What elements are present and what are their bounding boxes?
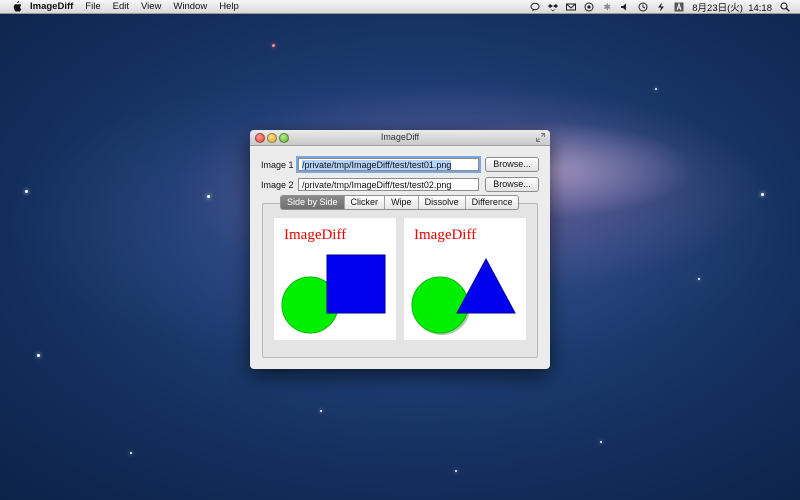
- star: [761, 193, 764, 196]
- image1-browse-button[interactable]: Browse...: [485, 157, 539, 172]
- star: [320, 410, 322, 412]
- menu-view[interactable]: View: [135, 0, 167, 13]
- image1-path-text: /private/tmp/ImageDiff/test/test01.png: [302, 160, 452, 170]
- star: [455, 470, 457, 472]
- volume-icon[interactable]: [620, 2, 630, 12]
- image2-path-text: /private/tmp/ImageDiff/test/test02.png: [302, 180, 452, 190]
- dropbox-icon[interactable]: [548, 2, 559, 12]
- green-circle: [411, 276, 469, 334]
- chat-icon[interactable]: [530, 2, 540, 12]
- bluetooth-icon[interactable]: ✱: [602, 2, 612, 12]
- blue-triangle: [456, 257, 516, 314]
- blue-square: [326, 254, 386, 314]
- sync-icon[interactable]: [584, 2, 594, 12]
- clock[interactable]: 8月23日(火) 14:18: [692, 0, 772, 14]
- title-bar[interactable]: ImageDiff: [250, 130, 550, 146]
- imagediff-window: ImageDiff Image 1 /private/tmp/ImageDiff…: [250, 130, 550, 369]
- window-title: ImageDiff: [380, 132, 420, 142]
- menu-bar: ImageDiff File Edit View Window Help ✱ 8…: [0, 0, 800, 14]
- image1-row: Image 1 /private/tmp/ImageDiff/test/test…: [261, 156, 539, 173]
- menu-window[interactable]: Window: [167, 0, 213, 13]
- spotlight-icon[interactable]: [780, 1, 790, 12]
- mail-icon[interactable]: [566, 2, 577, 12]
- menu-app-name[interactable]: ImageDiff: [22, 0, 79, 13]
- star: [272, 44, 275, 47]
- tab-dissolve[interactable]: Dissolve: [417, 196, 465, 209]
- minimize-button[interactable]: [267, 133, 277, 143]
- star: [37, 354, 40, 357]
- right-image-view: ImageDiff: [404, 218, 526, 340]
- time-machine-icon[interactable]: [638, 2, 648, 12]
- tab-clicker[interactable]: Clicker: [343, 196, 385, 209]
- star: [698, 278, 700, 280]
- star: [655, 88, 657, 90]
- image1-path-field[interactable]: /private/tmp/ImageDiff/test/test01.png: [296, 156, 481, 173]
- star: [130, 452, 132, 454]
- input-icon[interactable]: [674, 1, 684, 12]
- star: [207, 195, 210, 198]
- tab-bar: Side by Side Clicker Wipe Dissolve Diffe…: [280, 195, 520, 210]
- status-bar: ✱ 8月23日(火) 14:18: [530, 0, 790, 14]
- image1-label: Image 1: [261, 159, 294, 170]
- image2-path-field[interactable]: /private/tmp/ImageDiff/test/test02.png: [298, 178, 479, 191]
- tab-wipe[interactable]: Wipe: [384, 196, 418, 209]
- image2-label: Image 2: [261, 179, 294, 190]
- star: [25, 190, 28, 193]
- menu-help[interactable]: Help: [213, 0, 245, 13]
- image2-browse-button[interactable]: Browse...: [485, 177, 539, 192]
- tab-difference[interactable]: Difference: [464, 196, 519, 209]
- fullscreen-icon[interactable]: [536, 133, 545, 142]
- left-image-view: ImageDiff: [274, 218, 396, 340]
- close-button[interactable]: [255, 133, 265, 143]
- apple-icon[interactable]: [12, 1, 22, 12]
- tab-side-by-side[interactable]: Side by Side: [281, 196, 344, 209]
- menu-edit[interactable]: Edit: [107, 0, 135, 13]
- star: [600, 441, 602, 443]
- power-icon[interactable]: [656, 2, 666, 12]
- left-image-title: ImageDiff: [284, 227, 347, 243]
- menu-file[interactable]: File: [79, 0, 106, 13]
- image2-row: Image 2 /private/tmp/ImageDiff/test/test…: [261, 177, 539, 192]
- right-image-title: ImageDiff: [414, 227, 477, 243]
- zoom-button[interactable]: [279, 133, 289, 143]
